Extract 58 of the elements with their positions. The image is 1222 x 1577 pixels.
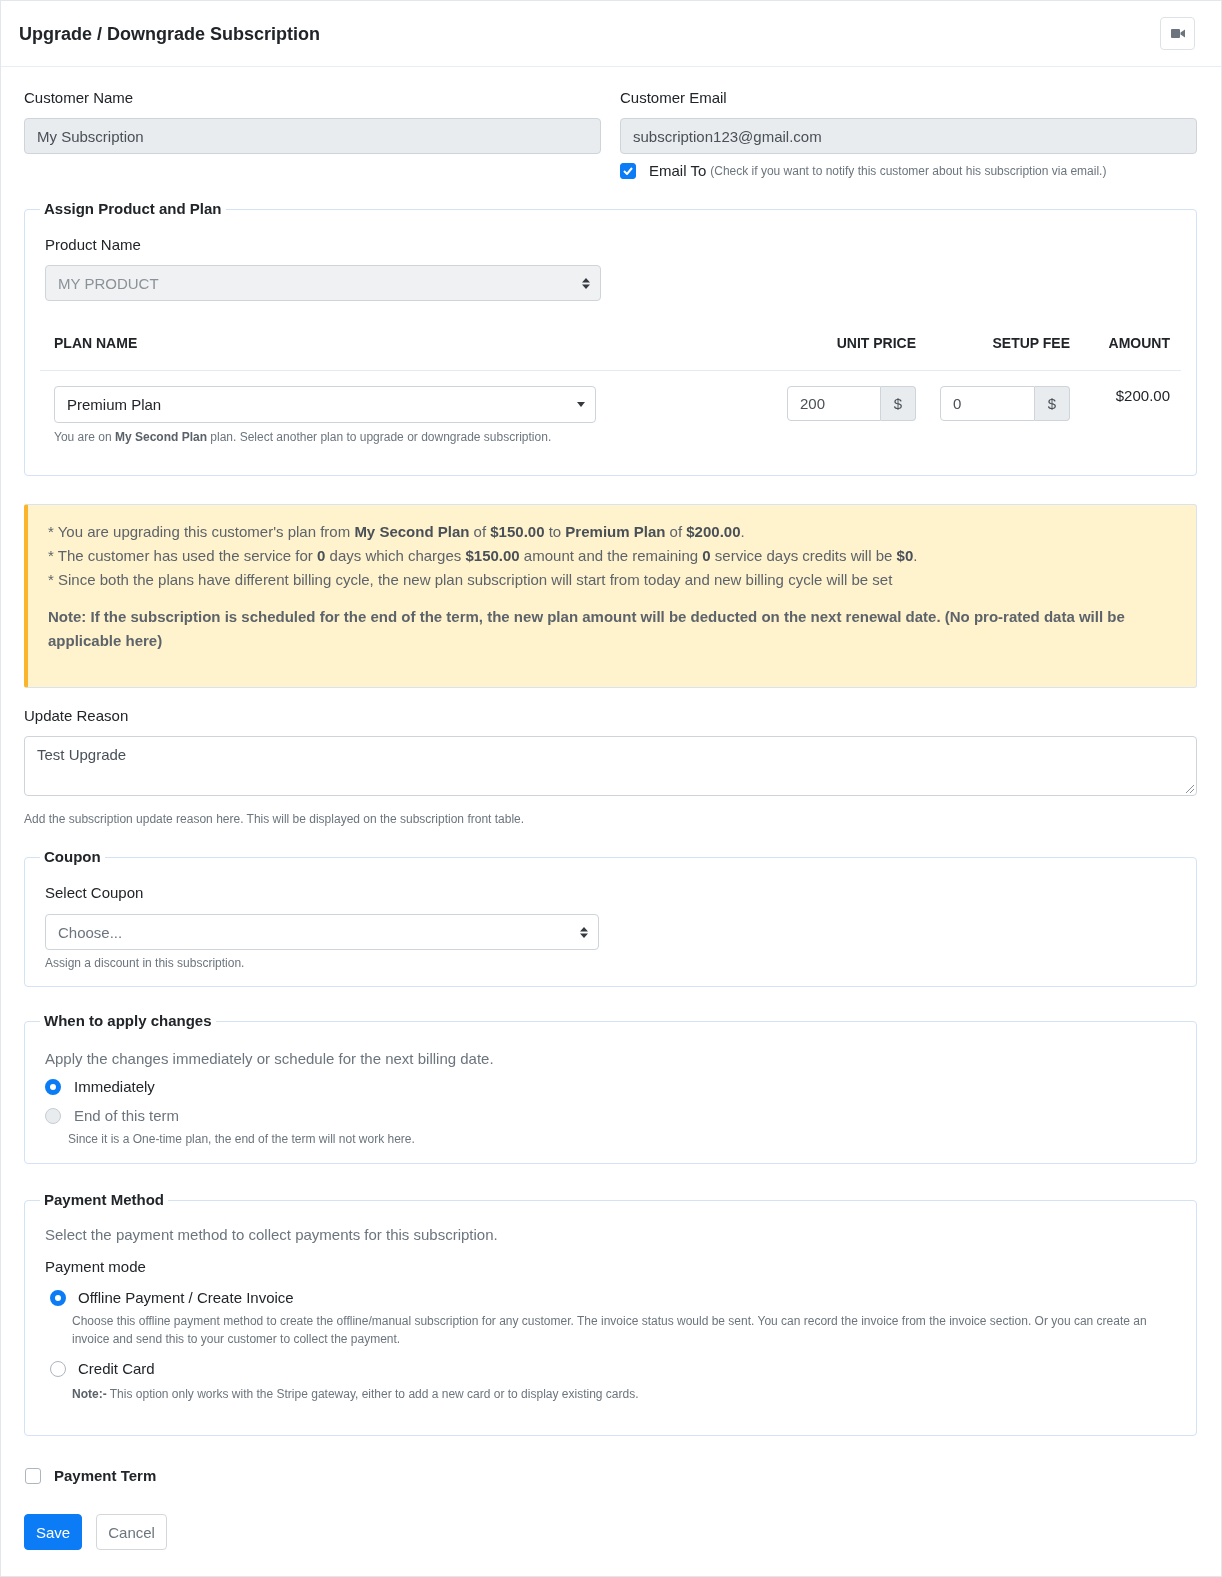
cancel-button[interactable]: Cancel [96, 1514, 167, 1550]
plan-select[interactable]: Premium Plan [54, 386, 596, 423]
sort-caret-icon [582, 277, 590, 289]
page-title: Upgrade / Downgrade Subscription [19, 22, 321, 46]
field-help-text: Assign a discount in this subscription. [45, 955, 246, 971]
section-description: Select the payment method to collect payments for this subscription. [45, 1225, 499, 1245]
field-help-text: Add the subscription update reason here. This will be displayed on the subscription front table. [24, 811, 526, 827]
coupon-select[interactable]: Choose... [45, 914, 599, 950]
radio-button[interactable] [45, 1079, 61, 1095]
section-legend: When to apply changes [40, 1011, 216, 1031]
field-label: Customer Name [24, 88, 135, 108]
option-note: Since it is a One-time plan, the end of the term will not work here. [68, 1131, 416, 1147]
section-legend: Payment Method [40, 1190, 168, 1210]
column-header: SETUP FEE [991, 334, 1070, 353]
radio-label: End of this term [74, 1106, 180, 1126]
field-label: Update Reason [24, 706, 130, 726]
checkbox-label: Payment Term [54, 1467, 157, 1485]
column-header: UNIT PRICE [835, 334, 916, 353]
email-to-checkbox[interactable] [620, 163, 636, 179]
update-reason-textarea[interactable]: Test Upgrade [24, 736, 1197, 796]
notice-note: Note: If the subscription is scheduled for the end of the term, the new plan amount will be deducted on the next renewal date. (No pro-rated data will be applicable here) [48, 607, 1126, 651]
unit-price-input[interactable]: 200 [787, 386, 881, 421]
checkbox-label: Email To [649, 162, 707, 180]
save-button[interactable]: Save [24, 1514, 83, 1550]
column-header: PLAN NAME [54, 334, 139, 353]
checkbox-hint: (Check if you want to notify this customer about his subscription via email.) [710, 163, 1107, 180]
resize-handle-icon[interactable] [1186, 785, 1194, 793]
option-note: Choose this offline payment method to create the offline/manual subscription for any customer. The invoice status would be sent. You can record the invoice from the invoice section. Or you can create an invoice and send this to your customer to collect the payment. [72, 1313, 1148, 1348]
field-label: Payment mode [45, 1257, 147, 1277]
section-legend: Coupon [40, 847, 105, 867]
radio-button[interactable] [50, 1361, 66, 1377]
currency-addon: $ [1035, 386, 1070, 421]
notice-line: * You are upgrading this customer's plan from My Second Plan of $150.00 to Premium Plan of $200.00. [48, 522, 746, 542]
customer-email-field[interactable]: subscription123@gmail.com [620, 118, 1197, 154]
column-header: AMOUNT [1107, 334, 1170, 353]
option-note: Note:- This option only works with the Stripe gateway, either to add a new card or to display existing cards. [72, 1386, 640, 1403]
notice-line: * Since both the plans have different billing cycle, the new plan subscription will start from today and new billing cycle will be set [48, 570, 894, 590]
radio-label: Immediately [74, 1077, 155, 1097]
field-label: Customer Email [620, 88, 728, 108]
radio-button[interactable] [50, 1290, 66, 1306]
payment-term-checkbox[interactable] [25, 1468, 41, 1484]
section-legend: Assign Product and Plan [40, 199, 226, 219]
notice-line: * The customer has used the service for 0 days which charges $150.00 amount and the remaining 0 service days credits will be $0. [48, 546, 919, 566]
field-label: Select Coupon [45, 883, 145, 903]
check-icon [623, 167, 633, 175]
field-label: Product Name [45, 235, 142, 255]
video-button[interactable] [1160, 16, 1195, 50]
currency-addon: $ [881, 386, 916, 421]
video-camera-icon [1170, 28, 1185, 38]
sort-caret-icon [580, 926, 588, 938]
section-description: Apply the changes immediately or schedule for the next billing date. [45, 1049, 495, 1069]
customer-name-field[interactable]: My Subscription [24, 118, 601, 154]
setup-fee-input[interactable]: 0 [940, 386, 1035, 421]
radio-label: Offline Payment / Create Invoice [78, 1288, 294, 1308]
plan-help-text: You are on My Second Plan plan. Select another plan to upgrade or downgrade subscription. [54, 429, 553, 445]
radio-label: Credit Card [78, 1359, 155, 1379]
caret-down-icon [577, 402, 585, 407]
amount-cell-text: $200.00 [1114, 386, 1170, 406]
